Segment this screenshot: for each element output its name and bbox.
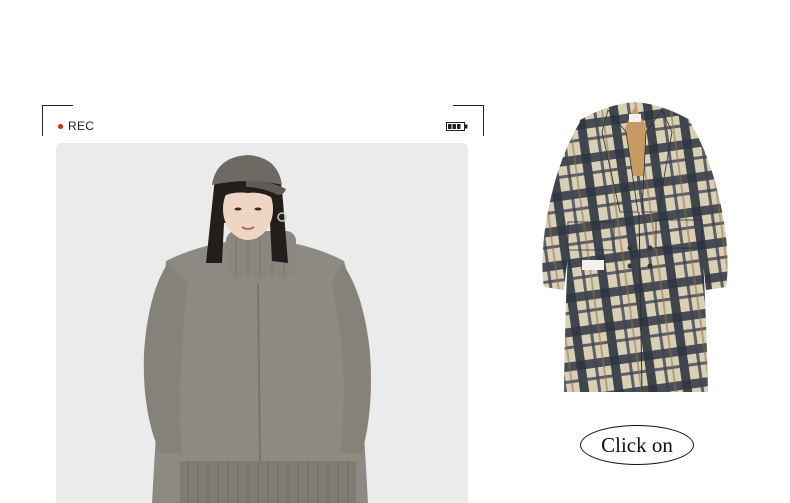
model-photo xyxy=(56,143,468,503)
rec-indicator: REC xyxy=(58,119,94,133)
rec-dot-icon xyxy=(58,123,63,129)
product-coat-image[interactable] xyxy=(538,92,732,398)
click-on-label: Click on xyxy=(601,432,673,457)
click-on-button[interactable]: Click on xyxy=(580,425,694,465)
camera-frame: REC xyxy=(42,105,484,137)
rec-label: REC xyxy=(68,119,95,133)
battery-icon xyxy=(446,122,468,131)
frame-corner-top-right xyxy=(453,105,484,136)
